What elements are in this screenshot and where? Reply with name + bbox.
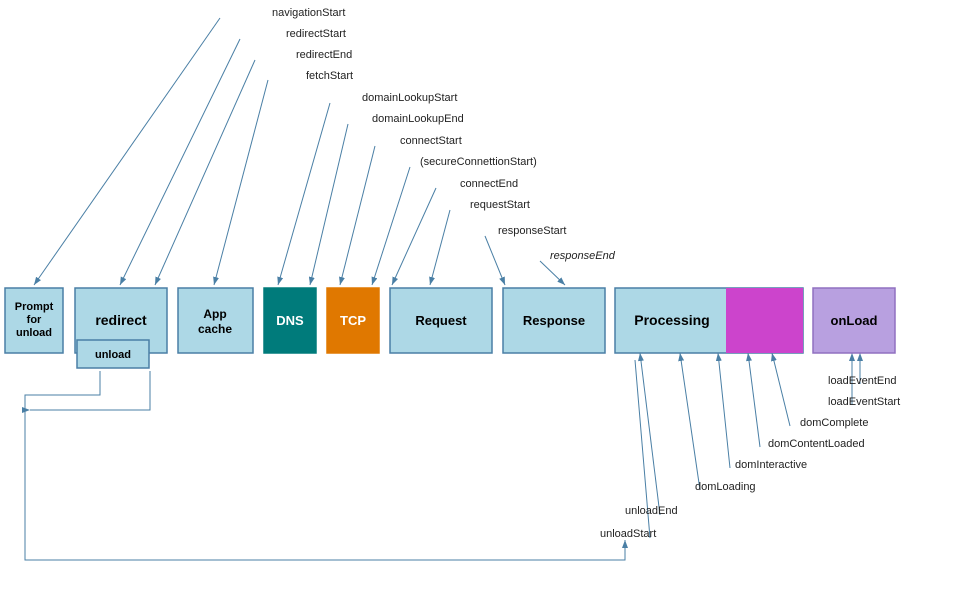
- label-domainLookupEnd: domainLookupEnd: [372, 113, 464, 125]
- label-domComplete: domComplete: [800, 417, 868, 429]
- label-domainLookupStart: domainLookupStart: [362, 92, 457, 104]
- box-onload-label: onLoad: [831, 313, 878, 328]
- label-unloadStart: unloadStart: [600, 528, 656, 540]
- box-tcp-label: TCP: [340, 313, 366, 328]
- label-domContentLoaded: domContentLoaded: [768, 438, 865, 450]
- diagram-svg: navigationStart redirectStart redirectEn…: [0, 0, 959, 612]
- label-requestStart: requestStart: [470, 199, 530, 211]
- label-domLoading: domLoading: [695, 481, 756, 493]
- diagram-container: navigationStart redirectStart redirectEn…: [0, 0, 959, 612]
- label-navigationStart: navigationStart: [272, 7, 345, 19]
- box-redirect-label: redirect: [95, 312, 147, 328]
- box-unload-label: unload: [95, 349, 131, 361]
- svg-text:for: for: [27, 314, 42, 326]
- label-connectStart: connectStart: [400, 135, 462, 147]
- label-unloadEnd: unloadEnd: [625, 505, 678, 517]
- label-domInteractive: domInteractive: [735, 459, 807, 471]
- label-responseStart: responseStart: [498, 225, 566, 237]
- label-secureConnectionStart: (secureConnettionStart): [420, 156, 537, 168]
- label-loadEventStart: loadEventStart: [828, 396, 900, 408]
- svg-text:cache: cache: [198, 322, 232, 336]
- box-dns-label: DNS: [276, 313, 304, 328]
- label-redirectStart: redirectStart: [286, 28, 346, 40]
- box-request-label: Request: [415, 313, 467, 328]
- box-prompt-label: Prompt: [15, 301, 54, 313]
- label-fetchStart: fetchStart: [306, 70, 353, 82]
- label-loadEventEnd: loadEventEnd: [828, 375, 897, 387]
- box-processing-inner: [726, 288, 803, 353]
- label-connectEnd: connectEnd: [460, 178, 518, 190]
- label-redirectEnd: redirectEnd: [296, 49, 352, 61]
- box-appcache-label: App: [203, 307, 226, 321]
- box-response-label: Response: [523, 313, 585, 328]
- svg-text:unload: unload: [16, 327, 52, 339]
- label-responseEnd: responseEnd: [550, 250, 616, 262]
- box-processing-label: Processing: [634, 312, 709, 328]
